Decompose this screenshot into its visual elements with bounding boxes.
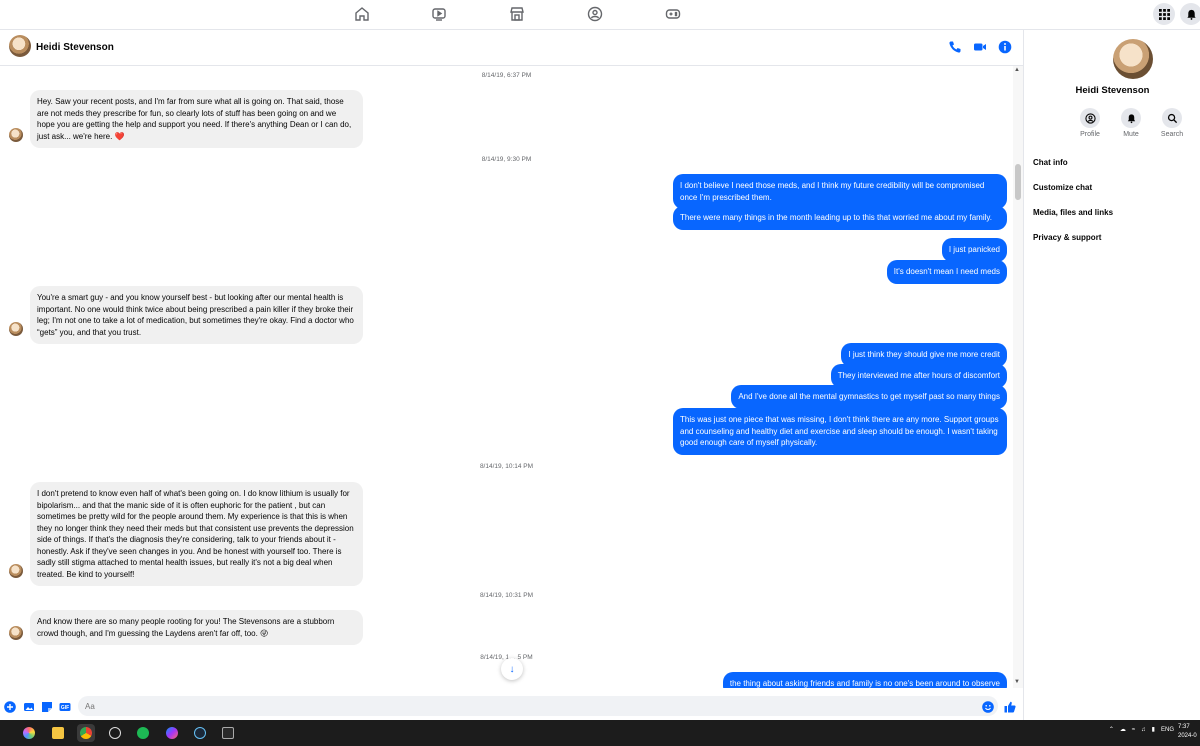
phone-icon[interactable] [948, 40, 962, 54]
panel-contact-name: Heidi Stevenson [1075, 85, 1150, 96]
mute-label: Mute [1123, 131, 1139, 138]
outgoing-message[interactable]: They interviewed me after hours of disco… [830, 364, 1007, 388]
outgoing-message[interactable]: It's doesn't mean I need meds [886, 260, 1007, 284]
avatar[interactable] [9, 564, 23, 578]
marketplace-icon[interactable] [509, 6, 525, 22]
avatar[interactable] [9, 322, 23, 336]
timestamp: 8/14/19, 10:31 PM [479, 592, 534, 599]
timestamp: 8/14/19, 9:30 PM [481, 156, 532, 163]
gaming-icon[interactable] [665, 6, 681, 22]
timestamp: 8/14/19, 6:37 PM [481, 72, 532, 79]
language-indicator[interactable]: ENG [1161, 727, 1174, 733]
scroll-down-icon[interactable]: ▼ [1014, 679, 1020, 685]
scrollbar[interactable]: ▲ ▼ [1013, 66, 1023, 688]
message-input[interactable] [78, 696, 998, 716]
incoming-message[interactable]: I don't pretend to know even half of wha… [30, 482, 363, 586]
gif-icon[interactable]: GIF [59, 700, 71, 712]
battery-icon[interactable]: ▮ [1152, 726, 1155, 733]
bell-icon[interactable] [1180, 3, 1200, 25]
message-composer: GIF [0, 692, 1023, 720]
chevron-up-icon[interactable]: ⌃ [1109, 726, 1114, 733]
incoming-message[interactable]: You're a smart guy - and you know yourse… [30, 286, 363, 344]
photo-icon[interactable] [23, 700, 35, 712]
outgoing-message[interactable]: I don't believe I need those meds, and I… [673, 174, 1007, 209]
spotify-icon[interactable] [134, 724, 152, 742]
avatar[interactable] [9, 626, 23, 640]
avatar[interactable] [9, 128, 23, 142]
copilot-icon[interactable] [20, 724, 38, 742]
search-label: Search [1160, 131, 1184, 138]
taskbar: ⌃ ☁ ≈ ♫ ▮ ENG 7:37 2024-0 [0, 720, 1200, 746]
system-tray: ⌃ ☁ ≈ ♫ ▮ ENG [1109, 726, 1174, 734]
bell-icon [1121, 108, 1141, 128]
outgoing-message[interactable]: And I've done all the mental gymnastics … [731, 385, 1007, 409]
outgoing-message[interactable]: There were many things in the month lead… [673, 206, 1007, 230]
customize-chat-item[interactable]: Customize chat [1033, 183, 1092, 192]
message-thread[interactable]: 8/14/19, 6:37 PM Hey. Saw your recent po… [0, 66, 1013, 688]
watch-icon[interactable] [431, 6, 447, 22]
like-icon[interactable] [1004, 700, 1017, 713]
clock-time: 7:37 [1178, 724, 1190, 730]
search-icon [1162, 108, 1182, 128]
profile-button[interactable]: Profile [1070, 108, 1110, 138]
chat-header: Heidi Stevenson [0, 30, 1023, 66]
scroll-up-icon[interactable]: ▲ [1014, 67, 1020, 73]
outgoing-message[interactable]: I just panicked [941, 238, 1007, 262]
wifi-icon[interactable]: ≈ [1132, 727, 1135, 733]
search-button[interactable]: Search [1152, 108, 1192, 138]
top-navigation [0, 0, 1200, 30]
outgoing-message[interactable]: the thing about asking friends and famil… [722, 672, 1007, 688]
info-icon[interactable] [998, 40, 1012, 54]
clock-date: 2024-0 [1178, 733, 1197, 739]
outgoing-message[interactable]: I just think they should give me more cr… [841, 343, 1007, 367]
timestamp: 8/14/19, 10:14 PM [479, 463, 534, 470]
groups-icon[interactable] [587, 6, 603, 22]
incoming-message[interactable]: And know there are so many people rootin… [30, 610, 363, 645]
scrollbar-thumb[interactable] [1015, 164, 1021, 200]
video-icon[interactable] [973, 40, 987, 54]
outgoing-message[interactable]: This was just one piece that was missing… [673, 408, 1007, 455]
clock[interactable]: 7:37 2024-0 [1178, 723, 1197, 741]
contact-name[interactable]: Heidi Stevenson [36, 42, 114, 53]
chrome-icon[interactable] [77, 724, 95, 742]
cloud-icon[interactable]: ☁ [1120, 726, 1126, 733]
emoji-icon[interactable] [982, 700, 994, 713]
scroll-down-button[interactable]: ↓ [501, 658, 523, 680]
arrow-down-icon: ↓ [509, 663, 515, 675]
privacy-support-item[interactable]: Privacy & support [1033, 233, 1101, 242]
volume-icon[interactable]: ♫ [1141, 727, 1146, 733]
chat-info-item[interactable]: Chat info [1033, 158, 1068, 167]
epic-games-icon[interactable] [219, 724, 237, 742]
file-explorer-icon[interactable] [49, 724, 67, 742]
messenger-icon[interactable] [163, 724, 181, 742]
profile-icon [1080, 108, 1100, 128]
steam-icon[interactable] [191, 724, 209, 742]
conversation-info-panel: Heidi Stevenson Profile Mute Search Chat… [1023, 30, 1200, 720]
media-files-links-item[interactable]: Media, files and links [1033, 208, 1113, 217]
sticker-icon[interactable] [41, 700, 53, 712]
plus-icon[interactable] [4, 700, 16, 713]
mute-button[interactable]: Mute [1111, 108, 1151, 138]
home-icon[interactable] [354, 6, 370, 22]
incoming-message[interactable]: Hey. Saw your recent posts, and I'm far … [30, 90, 363, 148]
profile-label: Profile [1080, 131, 1100, 138]
svg-text:GIF: GIF [61, 705, 69, 711]
avatar[interactable] [9, 35, 31, 57]
app-icon[interactable] [106, 724, 124, 742]
avatar[interactable] [1113, 39, 1153, 79]
grid-icon[interactable] [1153, 3, 1175, 25]
